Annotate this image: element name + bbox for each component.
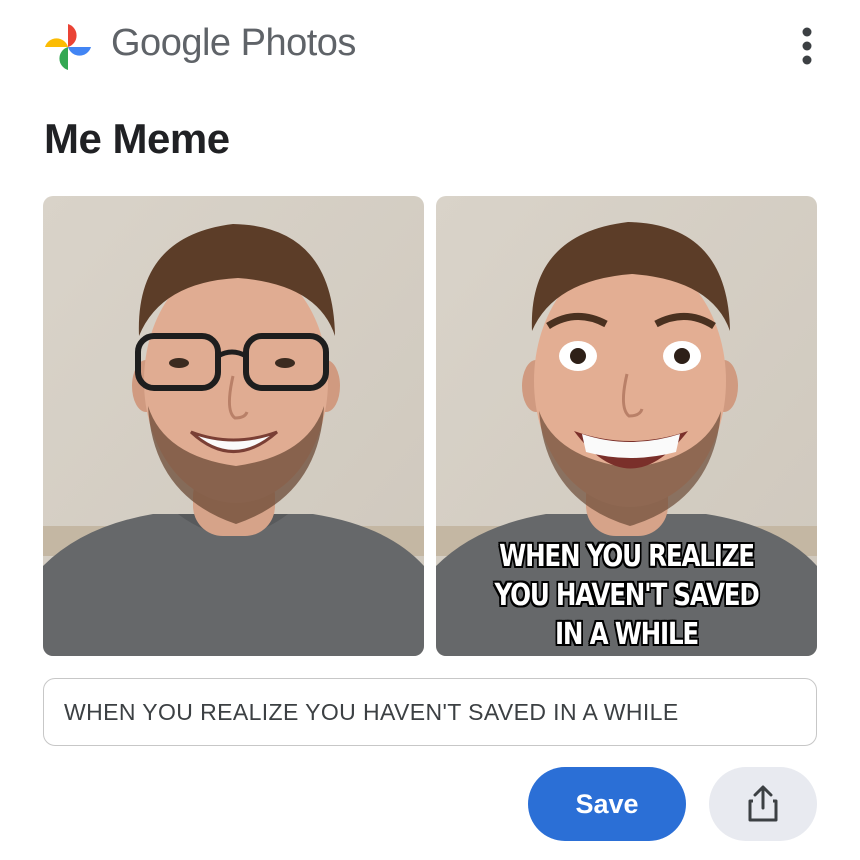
google-photos-logo-icon	[42, 22, 94, 72]
share-button[interactable]	[709, 767, 817, 841]
more-options-button[interactable]	[790, 20, 824, 72]
original-photo[interactable]	[43, 196, 424, 656]
meme-caption-overlay: WHEN YOU REALIZE YOU HAVEN'T SAVED IN A …	[494, 539, 759, 652]
more-vert-icon	[802, 27, 812, 65]
meme-photo[interactable]: WHEN YOU REALIZE YOU HAVEN'T SAVED IN A …	[436, 196, 817, 656]
page-title: Me Meme	[44, 115, 230, 162]
app-title: Google Photos	[111, 22, 356, 64]
app-header: Google Photos	[0, 0, 860, 95]
save-button[interactable]: Save	[528, 767, 686, 841]
share-icon	[748, 785, 778, 822]
caption-input[interactable]	[43, 678, 817, 746]
